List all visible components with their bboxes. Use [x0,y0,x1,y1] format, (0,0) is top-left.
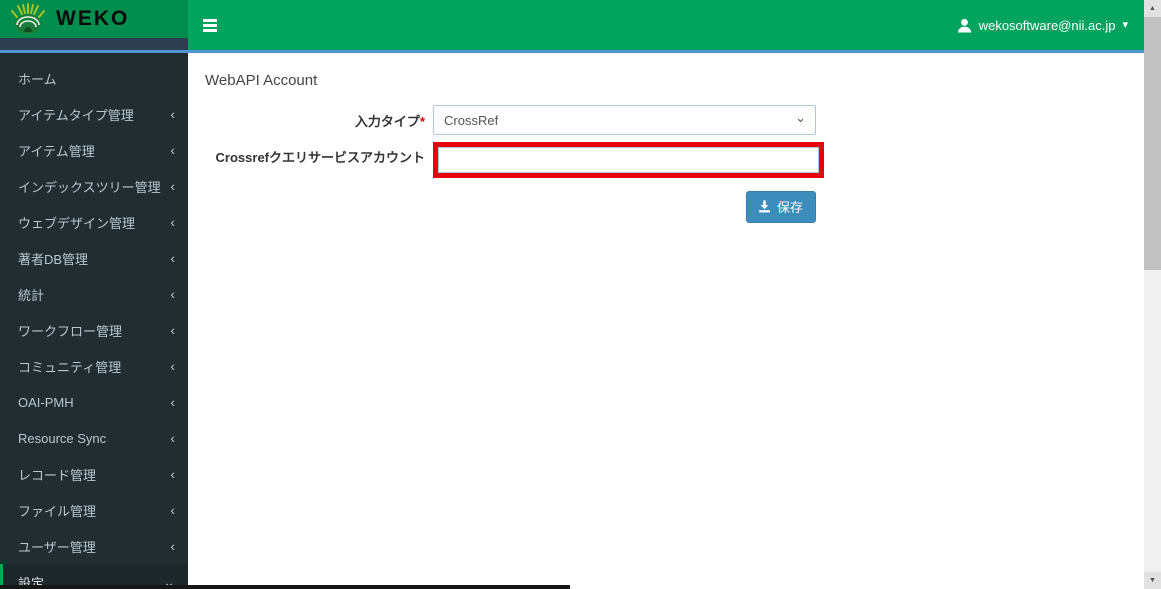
sidebar-item-statistics[interactable]: 統計 ‹ [0,276,188,312]
chevron-left-icon: ‹ [170,466,175,482]
sidebar-item-label: レコード管理 [18,467,97,483]
main-content: WebAPI Account 入力タイプ* CrossRef ⌄ Crossre… [188,53,1144,589]
chevron-left-icon: ‹ [170,142,175,158]
required-asterisk: * [419,113,425,129]
sidebar-item-label: 統計 [18,287,45,303]
logo-bottom-strip [0,38,188,50]
sidebar-item-label: コミュニティ管理 [18,359,122,375]
chevron-left-icon: ‹ [170,286,175,302]
chevron-left-icon: ‹ [170,502,175,518]
scroll-up-icon[interactable]: ▲ [1144,0,1161,17]
chevron-left-icon: ‹ [170,538,175,554]
save-button[interactable]: 保存 [745,191,816,223]
top-header: WEKO wekosoftware@nii.ac.jp ▾ [0,0,1144,53]
weko-logo-icon [11,3,45,34]
user-account-menu[interactable]: wekosoftware@nii.ac.jp ▾ [957,0,1144,50]
webapi-account-form: 入力タイプ* CrossRef ⌄ Crossrefクエリサービスアカウント 保… [188,105,1144,223]
sidebar-item-home[interactable]: ホーム [0,60,188,96]
chevron-left-icon: ‹ [170,394,175,410]
selected-option: CrossRef [444,112,499,128]
brand-name: WEKO [56,7,130,30]
chevron-left-icon: ‹ [170,106,175,122]
user-email: wekosoftware@nii.ac.jp [978,17,1116,33]
select-chevron-icon: ⌄ [795,110,806,125]
sidebar-item-label: ファイル管理 [18,503,97,519]
user-icon [957,18,971,32]
sidebar-item-label: OAI-PMH [18,394,74,410]
bottom-edge-strip [0,585,570,589]
caret-down-icon: ▾ [1122,18,1128,31]
scroll-down-icon[interactable]: ▼ [1144,572,1161,589]
sidebar-item-item-management[interactable]: アイテム管理 ‹ [0,132,188,168]
page-scrollbar[interactable]: ▲ ▼ [1144,0,1161,589]
sidebar-item-workflow-management[interactable]: ワークフロー管理 ‹ [0,312,188,348]
hamburger-icon [203,18,217,22]
sidebar-item-label: インデックスツリー管理 [18,179,161,195]
sidebar-item-label: アイテムタイプ管理 [18,107,134,123]
chevron-left-icon: ‹ [170,250,175,266]
sidebar-item-label: ワークフロー管理 [18,323,123,339]
input-type-select[interactable]: CrossRef ⌄ [433,105,816,135]
input-type-label: 入力タイプ* [354,113,425,129]
sidebar-item-author-db-management[interactable]: 著者DB管理 ‹ [0,240,188,276]
sidebar-item-label: 著者DB管理 [18,251,89,267]
sidebar-item-label: ホーム [18,71,57,87]
sidebar-item-label: アイテム管理 [18,143,95,159]
crossref-account-input[interactable] [438,147,819,173]
sidebar-item-index-tree-management[interactable]: インデックスツリー管理 ‹ [0,168,188,204]
chevron-left-icon: ‹ [170,430,175,446]
scrollbar-thumb[interactable] [1144,17,1161,270]
sidebar-item-item-type-management[interactable]: アイテムタイプ管理 ‹ [0,96,188,132]
sidebar-item-web-design-management[interactable]: ウェブデザイン管理 ‹ [0,204,188,240]
sidebar-item-label: Resource Sync [18,430,107,446]
page-title: WebAPI Account [205,72,318,89]
sidebar-item-record-management[interactable]: レコード管理 ‹ [0,456,188,492]
sidebar-nav: ホーム アイテムタイプ管理 ‹ アイテム管理 ‹ インデックスツリー管理 ‹ ウ… [0,53,188,589]
chevron-left-icon: ‹ [170,214,175,230]
chevron-left-icon: ‹ [170,178,175,194]
sidebar-item-file-management[interactable]: ファイル管理 ‹ [0,492,188,528]
chevron-left-icon: ‹ [170,358,175,374]
highlight-red-box [433,142,824,178]
top-navbar: wekosoftware@nii.ac.jp ▾ [188,0,1144,50]
sidebar-toggle-button[interactable] [188,0,232,50]
sidebar-item-community-management[interactable]: コミュニティ管理 ‹ [0,348,188,384]
crossref-account-label: Crossrefクエリサービスアカウント [215,150,425,165]
sidebar-item-resource-sync[interactable]: Resource Sync ‹ [0,420,188,456]
save-button-label: 保存 [776,200,803,215]
sidebar-item-label: ウェブデザイン管理 [18,215,136,231]
download-icon [759,200,770,213]
chevron-left-icon: ‹ [170,322,175,338]
sidebar-item-oai-pmh[interactable]: OAI-PMH ‹ [0,384,188,420]
sidebar-item-user-management[interactable]: ユーザー管理 ‹ [0,528,188,564]
weko-admin-window: WEKO wekosoftware@nii.ac.jp ▾ ホーム アイテムタイ… [0,0,1161,589]
brand-logo-area[interactable]: WEKO [0,0,188,50]
sidebar-item-label: ユーザー管理 [18,539,96,555]
